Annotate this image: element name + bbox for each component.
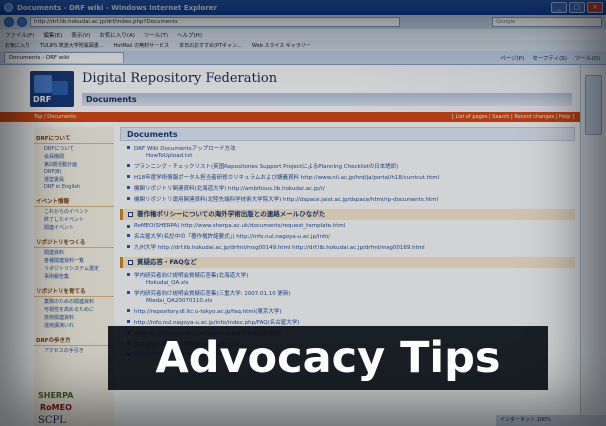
sidebar-item[interactable]: アクセスの手引き — [34, 346, 114, 354]
tab-documents[interactable]: Documents - DRF wiki — [4, 52, 124, 63]
list-item[interactable]: H18年度学術情報ポータル担当者研修カリキュラムおよび講義資料 http://w… — [120, 173, 575, 181]
forward-icon[interactable] — [17, 17, 27, 27]
sidebar-item[interactable]: 終了したイベント — [34, 215, 114, 223]
sidebar-item[interactable]: 運営委員 — [34, 175, 114, 183]
sidebar-item[interactable]: 各種関連資料一覧 — [34, 256, 114, 264]
address-input[interactable]: http://drf.lib.hokudai.ac.jp/drf/index.p… — [30, 17, 400, 27]
minimize-button[interactable]: _ — [551, 2, 567, 13]
attachment-link[interactable]: Miedai_QA20070110.xls — [120, 298, 575, 304]
list-item[interactable]: 機関リポジトリ運用関連資料(北陸先端科学技術大学院大学) http://dspa… — [120, 195, 575, 203]
sidebar-item[interactable]: 関連イベント — [34, 223, 114, 231]
tools-menu[interactable]: ツール(O) — [575, 54, 600, 62]
sidebar-item[interactable]: リポジトリシステム選定 — [34, 264, 114, 272]
scrollbar-thumb[interactable] — [585, 75, 602, 135]
section-faq-heading: 質疑応答・FAQなど — [120, 257, 575, 268]
sherpa-logo[interactable]: SHERPA — [38, 391, 73, 400]
menu-file[interactable]: ファイル(F) — [5, 31, 34, 39]
list-item[interactable]: 機関リポジトリ関連資料(北海道大学) http://ambitious.lib.… — [120, 184, 575, 192]
sidebar-group-heading: DRFについて — [34, 133, 114, 144]
slide-caption: Advocacy Tips — [108, 326, 548, 390]
sidebar-group-heading: イベント情報 — [34, 196, 114, 207]
window-titlebar: Documents - DRF wiki - Windows Internet … — [0, 0, 606, 15]
logo-text: DRF — [33, 95, 52, 104]
documents-heading: Documents — [120, 127, 575, 141]
list-item[interactable]: DRF Wiki Documentsアップロード方法 — [120, 144, 575, 152]
scpl-logo[interactable]: SCPL — [38, 415, 66, 426]
status-bar: インターネット 100% — [496, 415, 606, 426]
list-item[interactable]: http://repository.dl.itc.u-tokyo.ac.jp/f… — [120, 307, 575, 315]
nav-ribbon: Top / Documents [ List of pages | Search… — [0, 112, 580, 122]
breadcrumb[interactable]: Top / Documents — [34, 114, 76, 120]
list-item[interactable]: 学内研究者向け説明会質疑応答集(北海道大学) — [120, 271, 575, 279]
ie-icon — [4, 3, 13, 12]
menu-tools[interactable]: ツール(T) — [144, 31, 168, 39]
list-item[interactable]: RoMEO(SHERPA) http://www.sherpa.ac.uk/do… — [120, 223, 575, 229]
menu-edit[interactable]: 編集(E) — [43, 31, 62, 39]
page-menu[interactable]: ページ(P) — [500, 54, 524, 62]
address-bar-row: http://drf.lib.hokudai.ac.jp/drf/index.p… — [0, 15, 606, 29]
zoom-level[interactable]: 100% — [537, 417, 551, 423]
security-zone: インターネット — [500, 417, 536, 423]
list-item[interactable]: 名古屋大学(名記中の「著作権許諾要式」) http://info.nul.nag… — [120, 232, 575, 240]
section-title: 質疑応答・FAQなど — [137, 258, 197, 266]
attachment-link[interactable]: Hokudai_QA.xls — [120, 280, 575, 286]
site-banner: DRF Digital Repository Federation Docume… — [0, 65, 580, 112]
sidebar-item[interactable]: これからのイベント — [34, 207, 114, 215]
window-controls: _ □ × — [551, 2, 603, 13]
menu-help[interactable]: ヘルプ(H) — [177, 31, 202, 39]
list-item[interactable]: http://info.nul.nagoya-u.ac.jp/info/inde… — [120, 318, 575, 326]
command-bar: ページ(P) セーフティ(S) ツール(O) — [500, 54, 606, 62]
sidebar-group-heading: リポジトリをつくる — [34, 237, 114, 248]
close-button[interactable]: × — [587, 2, 603, 13]
section-title: 著作権ポリシーについての海外学術出版との連絡メールひながた — [137, 210, 326, 218]
sidebar-item[interactable]: 技術関連資料 — [34, 313, 114, 321]
attachment-link[interactable]: HowToUpload.txt — [120, 153, 575, 159]
favorites-button[interactable]: お気に入り — [5, 42, 30, 49]
menu-favorites[interactable]: お気に入り(A) — [99, 31, 135, 39]
logo-block — [34, 75, 52, 93]
screen: Documents - DRF wiki - Windows Internet … — [0, 0, 606, 426]
favorite-link[interactable]: 本日のおすすめ(PTギャン... — [179, 42, 242, 49]
drf-logo: DRF — [30, 71, 74, 107]
menu-bar: ファイル(F) 編集(E) 表示(V) お気に入り(A) ツール(T) ヘルプ(… — [0, 29, 606, 40]
maximize-button[interactable]: □ — [569, 2, 585, 13]
list-item[interactable]: プランニング・チェックリスト(英国Repositories Support Pr… — [120, 162, 575, 170]
vertical-scrollbar[interactable] — [580, 65, 606, 426]
sidebar-item[interactable]: 事例報告集 — [34, 272, 114, 280]
section-copyright-heading: 著作権ポリシーについての海外学術出版との連絡メールひながた — [120, 209, 575, 220]
list-item[interactable]: 学内研究者向け説明会質疑応答集(三重大学: 2007.01.10 更新) — [120, 289, 575, 297]
sidebar-item[interactable]: DRF in English — [34, 183, 114, 190]
copyright-list: RoMEO(SHERPA) http://www.sherpa.ac.uk/do… — [120, 223, 575, 251]
logo-block — [52, 81, 68, 95]
window-title: Documents - DRF wiki - Windows Internet … — [17, 3, 217, 12]
tab-bar: Documents - DRF wiki ページ(P) セーフティ(S) ツール… — [0, 51, 606, 65]
sidebar-item[interactable]: 関連資料 — [34, 248, 114, 256]
section-icon — [128, 260, 133, 265]
sidebar-item[interactable]: DRF(B) — [34, 168, 114, 175]
favorite-link[interactable]: TULIPS 筑波大学附属図書... — [40, 42, 104, 49]
sidebar-item[interactable]: 会員機関 — [34, 152, 114, 160]
menu-view[interactable]: 表示(V) — [71, 31, 90, 39]
page-title: Documents — [82, 93, 572, 106]
list-item[interactable]: 九州大学 http://drf.lib.hokudai.ac.jp/drfml/… — [120, 243, 575, 251]
favorite-link[interactable]: HotMail の無料サービス — [114, 42, 170, 49]
back-icon[interactable] — [4, 17, 14, 27]
favorites-bar: お気に入り TULIPS 筑波大学附属図書... HotMail の無料サービス… — [0, 40, 606, 51]
site-name: Digital Repository Federation — [82, 71, 278, 86]
sidebar-group-heading: リポジトリを育てる — [34, 286, 114, 297]
section-icon — [128, 212, 133, 217]
sidebar-item[interactable]: 業務のための関連資料 — [34, 297, 114, 305]
sidebar: DRFについて DRFについて 会員機関 第2期活動計画 DRF(B) 運営委員 DRF i… — [34, 127, 114, 426]
sidebar-item[interactable]: 第2期活動計画 — [34, 160, 114, 168]
romeo-logo[interactable]: RoMEO — [40, 403, 72, 412]
sidebar-item[interactable]: 可視性を高めるために — [34, 305, 114, 313]
documents-list: DRF Wiki Documentsアップロード方法 HowToUpload.tx… — [120, 144, 575, 203]
safety-menu[interactable]: セーフティ(S) — [532, 54, 567, 62]
wiki-links[interactable]: [ List of pages | Search | Recent change… — [452, 112, 574, 122]
favorite-link[interactable]: Web スライス ギャラリー — [252, 42, 311, 49]
sidebar-item[interactable]: DRFについて — [34, 144, 114, 152]
sidebar-group-heading: DRFの歩き方 — [34, 335, 114, 346]
sidebar-item[interactable]: 運用講演いれ — [34, 321, 114, 329]
search-input[interactable]: Google — [492, 17, 602, 27]
